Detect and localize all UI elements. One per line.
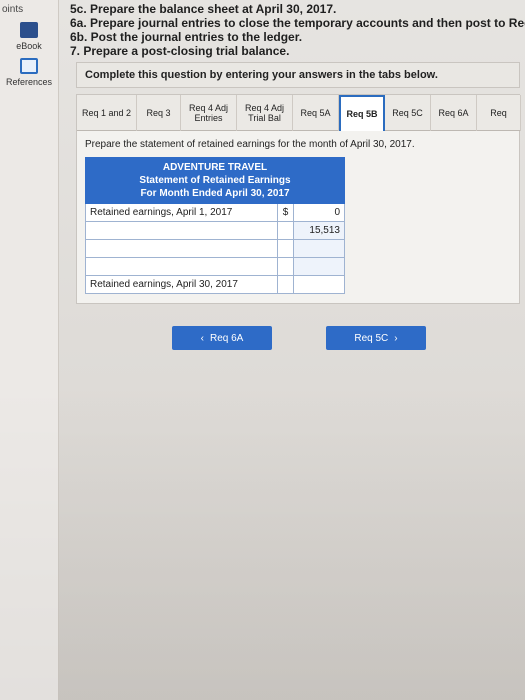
- chevron-right-icon: ›: [394, 332, 398, 344]
- row-amount-input[interactable]: [294, 240, 344, 257]
- row-amount-input[interactable]: [294, 276, 344, 293]
- tab-navigation: ‹ Req 6A Req 5C ›: [76, 318, 520, 358]
- requirement-line: 7. Prepare a post-closing trial balance.: [70, 44, 290, 58]
- tab-req-4-adj-entries[interactable]: Req 4 Adj Entries: [181, 95, 237, 131]
- row-currency: [278, 222, 294, 239]
- prev-req-button[interactable]: ‹ Req 6A: [172, 326, 272, 350]
- tab-req-1-and-2[interactable]: Req 1 and 2: [77, 95, 137, 131]
- row-label-select[interactable]: [86, 240, 278, 257]
- row-currency: [278, 240, 294, 257]
- ebook-button[interactable]: eBook: [6, 22, 52, 51]
- ebook-label: eBook: [16, 41, 42, 51]
- references-button[interactable]: References: [6, 58, 52, 87]
- requirement-tabs: Req 1 and 2 Req 3 Req 4 Adj Entries Req …: [77, 95, 521, 131]
- table-row: Retained earnings, April 1, 2017 $ 0: [85, 204, 345, 222]
- row-currency: [278, 276, 294, 293]
- references-icon: [20, 58, 38, 74]
- next-req-label: Req 5C: [354, 332, 389, 344]
- company-name: ADVENTURE TRAVEL: [162, 162, 268, 173]
- table-row: [85, 240, 345, 258]
- tab-req-6a[interactable]: Req 6A: [431, 95, 477, 131]
- book-icon: [20, 22, 38, 38]
- statement-instructions: Prepare the statement of retained earnin…: [85, 139, 415, 150]
- tab-req-5c[interactable]: Req 5C: [385, 95, 431, 131]
- table-row: 15,513: [85, 222, 345, 240]
- requirement-line: 5c. Prepare the balance sheet at April 3…: [70, 2, 337, 16]
- requirements-list: 5c. Prepare the balance sheet at April 3…: [70, 2, 525, 58]
- row-label-select[interactable]: [86, 258, 278, 275]
- tab-req-3[interactable]: Req 3: [137, 95, 181, 131]
- requirement-line: 6b. Post the journal entries to the ledg…: [70, 30, 303, 44]
- instruction-banner: Complete this question by entering your …: [76, 62, 520, 88]
- row-label: Retained earnings, April 30, 2017: [86, 276, 278, 293]
- row-label: Retained earnings, April 1, 2017: [86, 204, 278, 221]
- next-req-button[interactable]: Req 5C ›: [326, 326, 426, 350]
- row-currency: [278, 258, 294, 275]
- requirement-line: 6a. Prepare journal entries to close the…: [70, 16, 525, 30]
- prev-req-label: Req 6A: [209, 332, 244, 344]
- tab-req-4-adj-trial-bal[interactable]: Req 4 Adj Trial Bal: [237, 95, 293, 131]
- row-currency: $: [278, 204, 294, 221]
- chevron-left-icon: ‹: [200, 332, 204, 344]
- statement-period: For Month Ended April 30, 2017: [140, 188, 290, 199]
- question-panel: Req 1 and 2 Req 3 Req 4 Adj Entries Req …: [76, 94, 521, 304]
- statement-title: Statement of Retained Earnings: [139, 175, 291, 186]
- row-amount-input[interactable]: [294, 258, 344, 275]
- retained-earnings-statement: ADVENTURE TRAVEL Statement of Retained E…: [85, 157, 345, 294]
- table-row: [85, 258, 345, 276]
- statement-header: ADVENTURE TRAVEL Statement of Retained E…: [85, 157, 345, 204]
- tab-req-more[interactable]: Req: [477, 95, 521, 131]
- tab-req-5b[interactable]: Req 5B: [339, 95, 385, 131]
- references-label: References: [6, 77, 53, 87]
- photo-shadow: [0, 380, 525, 700]
- table-row: Retained earnings, April 30, 2017: [85, 276, 345, 294]
- row-label-select[interactable]: [86, 222, 278, 239]
- row-amount-input[interactable]: 0: [294, 204, 344, 221]
- points-label: oints: [2, 4, 24, 15]
- tab-req-5a[interactable]: Req 5A: [293, 95, 339, 131]
- row-amount-input[interactable]: 15,513: [294, 222, 344, 239]
